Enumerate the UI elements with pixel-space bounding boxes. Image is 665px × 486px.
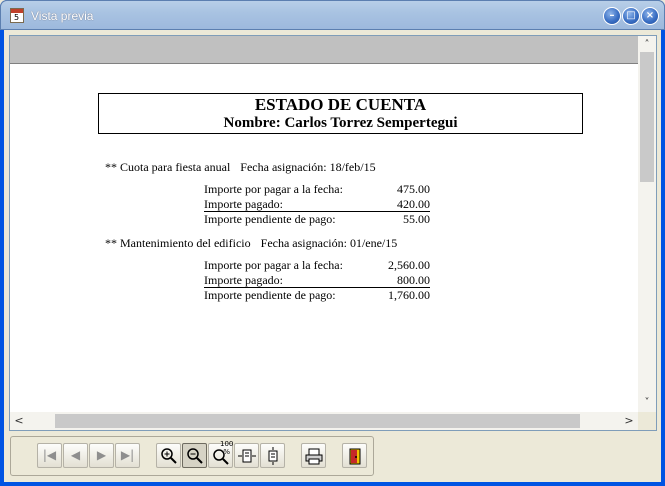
minimize-button[interactable]: – <box>603 7 621 25</box>
window-title: Vista previa <box>31 9 94 23</box>
print-button[interactable] <box>301 443 326 468</box>
zoom-100-icon <box>213 449 229 465</box>
detail-row: Importe por pagar a la fecha: 2,560.00 <box>204 258 430 273</box>
detail-amount: 1,760.00 <box>388 288 430 302</box>
vertical-scroll-thumb[interactable] <box>640 52 654 182</box>
detail-row: Importe pendiente de pago: 55.00 <box>204 212 430 227</box>
section-header: ** Mantenimiento del edificio Fecha asign… <box>105 236 397 251</box>
first-page-button[interactable]: |◀ <box>37 443 62 468</box>
zoom-out-icon <box>187 448 203 464</box>
report-page: ESTADO DE CUENTA Nombre: Carlos Torrez S… <box>10 64 638 412</box>
detail-row: Importe pagado: 800.00 <box>204 273 430 288</box>
scroll-right-icon[interactable]: > <box>620 412 638 430</box>
vertical-scrollbar[interactable]: ˄ ˅ <box>638 36 656 412</box>
app-window: 5 Vista previa – □ × ESTADO DE CUENTA No… <box>0 0 665 486</box>
maximize-button[interactable]: □ <box>622 7 640 25</box>
section-date: Fecha asignación: 18/feb/15 <box>240 160 376 174</box>
detail-amount: 420.00 <box>397 197 430 211</box>
next-page-button[interactable]: ▶ <box>89 443 114 468</box>
zoom-100-button[interactable]: 100 % <box>208 440 233 468</box>
section-concept: ** Mantenimiento del edificio <box>105 236 251 250</box>
section-header: ** Cuota para fiesta anual Fecha asignaci… <box>105 160 376 175</box>
detail-label: Importe pagado: <box>204 197 283 211</box>
detail-label: Importe pendiente de pago: <box>204 212 336 226</box>
scroll-corner <box>638 412 656 430</box>
exit-icon <box>349 448 361 465</box>
page-width-icon <box>238 449 256 463</box>
page-width-button[interactable] <box>234 443 259 468</box>
minimize-icon: – <box>609 10 615 21</box>
exit-button[interactable] <box>342 443 367 468</box>
maximize-icon: □ <box>626 10 636 21</box>
detail-label: Importe pendiente de pago: <box>204 288 336 302</box>
last-page-icon: ▶| <box>120 448 135 462</box>
detail-amount: 55.00 <box>403 212 430 226</box>
print-icon <box>305 448 323 465</box>
prev-page-icon: ◀ <box>70 448 81 462</box>
preview-viewport[interactable]: ESTADO DE CUENTA Nombre: Carlos Torrez S… <box>9 35 657 431</box>
scroll-down-icon[interactable]: ˅ <box>638 394 656 412</box>
page-header-band <box>10 36 638 64</box>
detail-row: Importe por pagar a la fecha: 475.00 <box>204 182 430 197</box>
whole-page-icon <box>268 447 278 465</box>
app-icon-glyph: 5 <box>14 13 20 22</box>
horizontal-scroll-thumb[interactable] <box>55 414 580 428</box>
detail-label: Importe pagado: <box>204 273 283 287</box>
app-icon[interactable]: 5 <box>10 8 24 23</box>
first-page-icon: |◀ <box>42 448 57 462</box>
section-date: Fecha asignación: 01/ene/15 <box>260 236 398 250</box>
report-customer-name: Nombre: Carlos Torrez Sempertegui <box>223 115 458 131</box>
detail-row: Importe pendiente de pago: 1,760.00 <box>204 288 430 303</box>
detail-amount: 475.00 <box>397 182 430 196</box>
detail-label: Importe por pagar a la fecha: <box>204 258 343 272</box>
prev-page-button[interactable]: ◀ <box>63 443 88 468</box>
whole-page-button[interactable] <box>260 443 285 468</box>
report-title: ESTADO DE CUENTA <box>254 95 427 114</box>
title-bar[interactable]: 5 Vista previa – □ × <box>0 0 665 30</box>
close-icon: × <box>645 10 655 21</box>
next-page-icon: ▶ <box>96 448 107 462</box>
horizontal-scrollbar[interactable]: < > <box>10 412 638 430</box>
detail-label: Importe por pagar a la fecha: <box>204 182 343 196</box>
window-client-area: ESTADO DE CUENTA Nombre: Carlos Torrez S… <box>4 30 661 482</box>
section-concept: ** Cuota para fiesta anual <box>105 160 231 174</box>
close-button[interactable]: × <box>641 7 659 25</box>
zoom-in-button[interactable] <box>156 443 181 468</box>
zoom-out-button[interactable] <box>182 443 207 468</box>
detail-row: Importe pagado: 420.00 <box>204 197 430 212</box>
last-page-button[interactable]: ▶| <box>115 443 140 468</box>
zoom-in-icon <box>161 448 177 464</box>
preview-toolbar: |◀ ◀ ▶ ▶| 100 % <box>10 436 374 476</box>
detail-amount: 2,560.00 <box>388 258 430 272</box>
report-title-box: ESTADO DE CUENTA Nombre: Carlos Torrez S… <box>98 93 583 134</box>
detail-amount: 800.00 <box>397 273 430 287</box>
scroll-left-icon[interactable]: < <box>10 412 28 430</box>
